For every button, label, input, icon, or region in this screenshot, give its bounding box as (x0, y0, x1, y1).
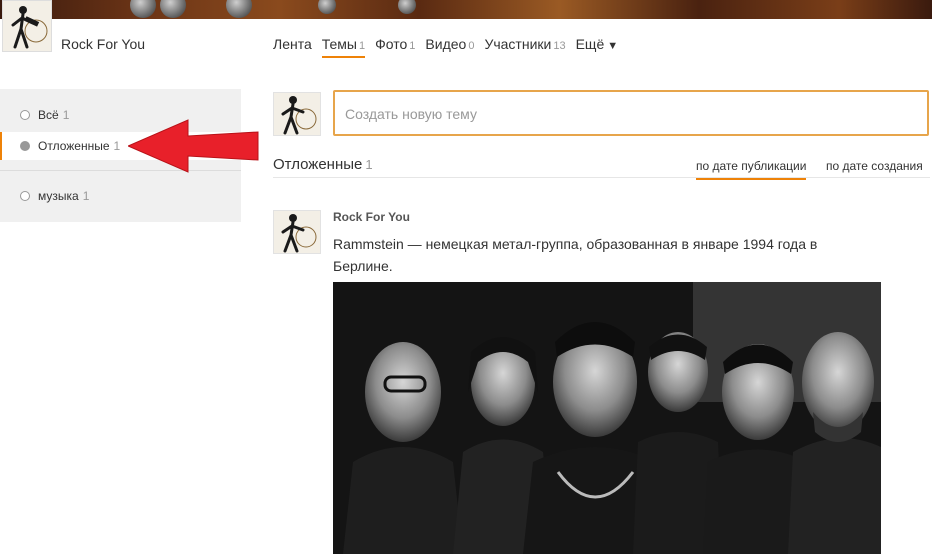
tab-count: 1 (359, 40, 366, 52)
sidebar-item-count: 1 (62, 108, 70, 122)
section-title: Отложенные 1 (273, 156, 373, 173)
guitar-knob-decoration (130, 0, 156, 18)
sidebar-item-music[interactable]: музыка 1 (0, 182, 241, 210)
post-text: Rammstein — немецкая метал-группа, образ… (333, 236, 818, 274)
guitar-knob-decoration (160, 0, 186, 18)
tab-topics[interactable]: Темы 1 (321, 36, 366, 58)
sidebar-item-label: Отложенные (38, 139, 110, 153)
tab-count: 1 (409, 40, 416, 52)
guitar-knob-decoration (318, 0, 336, 14)
tab-label: Ещё (575, 36, 605, 52)
tab-count: 0 (468, 40, 475, 52)
tab-more[interactable]: Ещё ▼ (576, 36, 619, 58)
tab-count: 13 (553, 40, 566, 52)
group-nav: Лента Темы 1 Фото 1 Видео 0 Участники 13 Ещё… (273, 36, 628, 58)
tab-label: Участники (484, 36, 552, 52)
tab-label: Фото (375, 36, 408, 52)
radio-icon (20, 191, 30, 201)
group-cover-banner (0, 0, 932, 19)
sidebar-item-label: музыка (38, 189, 79, 203)
tab-videos[interactable]: Видео 0 (425, 36, 474, 58)
new-topic-input[interactable]: Создать новую тему (333, 90, 929, 136)
sidebar-item-label: Всё (38, 108, 59, 122)
guitar-knob-decoration (226, 0, 252, 18)
red-arrow-icon (128, 119, 259, 173)
user-avatar[interactable] (273, 92, 321, 136)
radio-icon (20, 110, 30, 120)
tab-label: Темы (321, 36, 357, 52)
section-title-label: Отложенные (273, 156, 363, 173)
chevron-down-icon: ▼ (607, 40, 619, 52)
section-divider (273, 177, 930, 178)
sidebar-item-count: 1 (113, 139, 121, 153)
tab-photos[interactable]: Фото 1 (375, 36, 415, 58)
tab-feed[interactable]: Лента (273, 36, 312, 58)
group-name[interactable]: Rock For You (61, 36, 145, 52)
section-count: 1 (365, 157, 373, 172)
post-author-avatar[interactable] (273, 210, 321, 254)
post-author-name[interactable]: Rock For You (333, 210, 410, 224)
sidebar-item-count: 1 (82, 189, 90, 203)
group-avatar[interactable] (2, 0, 52, 52)
tab-label: Лента (273, 36, 312, 52)
post-photo[interactable] (333, 282, 881, 554)
tab-members[interactable]: Участники 13 (484, 36, 565, 58)
tab-label: Видео (425, 36, 467, 52)
sort-by-creation-tab[interactable]: по дате создания (826, 159, 923, 178)
guitar-knob-decoration (398, 0, 416, 14)
radio-selected-icon (20, 141, 30, 151)
